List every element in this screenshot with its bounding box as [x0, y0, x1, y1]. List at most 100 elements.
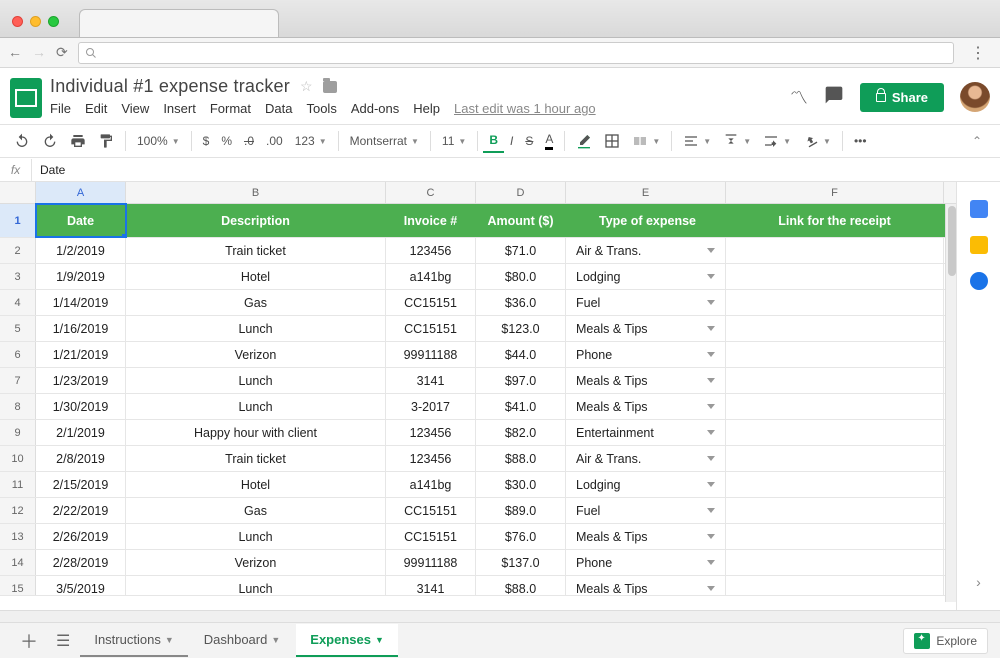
currency-button[interactable]: $ [197, 130, 216, 152]
cell-description[interactable]: Happy hour with client [126, 420, 386, 445]
menu-addons[interactable]: Add-ons [351, 101, 399, 116]
cell-type[interactable]: Fuel [566, 498, 726, 523]
menu-data[interactable]: Data [265, 101, 292, 116]
row-header-1[interactable]: 1 [0, 204, 36, 237]
row-header[interactable]: 13 [0, 524, 36, 549]
dropdown-icon[interactable] [707, 404, 715, 409]
cell-date[interactable]: 1/30/2019 [36, 394, 126, 419]
cell-e1[interactable]: Type of expense [566, 204, 726, 237]
text-color-button[interactable]: A [539, 128, 559, 154]
vertical-scrollbar[interactable] [945, 204, 956, 602]
cell-date[interactable]: 2/15/2019 [36, 472, 126, 497]
nav-back-icon[interactable]: ← [8, 44, 22, 61]
cell-date[interactable]: 1/9/2019 [36, 264, 126, 289]
cell-link[interactable] [726, 472, 944, 497]
cell-date[interactable]: 1/2/2019 [36, 238, 126, 263]
cell-amount[interactable]: $36.0 [476, 290, 566, 315]
cell-invoice[interactable]: a141bg [386, 264, 476, 289]
cell-type[interactable]: Phone [566, 342, 726, 367]
cell-invoice[interactable]: 123456 [386, 238, 476, 263]
cell-description[interactable]: Lunch [126, 368, 386, 393]
redo-button[interactable] [36, 129, 64, 153]
cell-type[interactable]: Meals & Tips [566, 316, 726, 341]
maximize-window-icon[interactable] [48, 16, 59, 27]
row-header[interactable]: 9 [0, 420, 36, 445]
col-header-b[interactable]: B [126, 182, 386, 203]
cell-invoice[interactable]: 3-2017 [386, 394, 476, 419]
cell-description[interactable]: Lunch [126, 394, 386, 419]
chevron-down-icon[interactable]: ▼ [271, 635, 280, 645]
cell-description[interactable]: Hotel [126, 264, 386, 289]
more-formats-button[interactable]: 123▼ [289, 130, 333, 152]
fill-color-button[interactable] [570, 129, 598, 153]
cell-description[interactable]: Verizon [126, 550, 386, 575]
cell-link[interactable] [726, 576, 944, 595]
row-header[interactable]: 7 [0, 368, 36, 393]
cell-invoice[interactable]: CC15151 [386, 524, 476, 549]
print-button[interactable] [64, 129, 92, 153]
cell-invoice[interactable]: 99911188 [386, 342, 476, 367]
cell-type[interactable]: Lodging [566, 472, 726, 497]
close-window-icon[interactable] [12, 16, 23, 27]
cell-amount[interactable]: $88.0 [476, 446, 566, 471]
cell-invoice[interactable]: 123456 [386, 420, 476, 445]
cell-date[interactable]: 2/26/2019 [36, 524, 126, 549]
collapse-toolbar-icon[interactable]: ⌃ [972, 134, 982, 148]
row-header[interactable]: 2 [0, 238, 36, 263]
row-header[interactable]: 14 [0, 550, 36, 575]
url-input[interactable] [78, 42, 954, 64]
cell-link[interactable] [726, 264, 944, 289]
row-header[interactable]: 5 [0, 316, 36, 341]
bold-button[interactable]: B [483, 129, 504, 153]
side-panel-collapse-icon[interactable]: › [976, 574, 981, 590]
cell-amount[interactable]: $123.0 [476, 316, 566, 341]
toolbar-more-button[interactable]: ••• [848, 130, 873, 152]
cell-type[interactable]: Meals & Tips [566, 576, 726, 595]
cell-amount[interactable]: $137.0 [476, 550, 566, 575]
menu-file[interactable]: File [50, 101, 71, 116]
cell-link[interactable] [726, 550, 944, 575]
cell-type[interactable]: Meals & Tips [566, 394, 726, 419]
move-folder-icon[interactable] [323, 81, 337, 93]
cell-a1[interactable]: Date [36, 204, 126, 237]
add-sheet-button[interactable]: ＋ [12, 628, 46, 654]
sheets-logo-icon[interactable] [10, 78, 42, 118]
tasks-addon-icon[interactable] [970, 272, 988, 290]
cell-invoice[interactable]: 123456 [386, 446, 476, 471]
menu-help[interactable]: Help [413, 101, 440, 116]
formula-input[interactable]: Date [32, 159, 73, 181]
menu-format[interactable]: Format [210, 101, 251, 116]
cell-date[interactable]: 2/28/2019 [36, 550, 126, 575]
all-sheets-button[interactable]: ☰ [48, 631, 78, 651]
cell-date[interactable]: 1/16/2019 [36, 316, 126, 341]
cell-date[interactable]: 2/1/2019 [36, 420, 126, 445]
cell-link[interactable] [726, 498, 944, 523]
dropdown-icon[interactable] [707, 586, 715, 591]
cell-invoice[interactable]: CC15151 [386, 316, 476, 341]
cell-link[interactable] [726, 420, 944, 445]
dropdown-icon[interactable] [707, 326, 715, 331]
menu-insert[interactable]: Insert [163, 101, 196, 116]
cell-invoice[interactable]: 3141 [386, 576, 476, 595]
cell-description[interactable]: Gas [126, 290, 386, 315]
cell-description[interactable]: Gas [126, 498, 386, 523]
menu-edit[interactable]: Edit [85, 101, 107, 116]
cell-link[interactable] [726, 316, 944, 341]
spreadsheet-grid[interactable]: A B C D E F 1 Date Description Invoice #… [0, 182, 956, 610]
increase-decimal-button[interactable]: .00 [260, 130, 289, 152]
dropdown-icon[interactable] [707, 456, 715, 461]
v-align-button[interactable]: ▼ [717, 129, 757, 153]
share-button[interactable]: Share [860, 83, 944, 112]
chevron-down-icon[interactable]: ▼ [165, 635, 174, 645]
dropdown-icon[interactable] [707, 378, 715, 383]
cell-description[interactable]: Verizon [126, 342, 386, 367]
cell-type[interactable]: Fuel [566, 290, 726, 315]
browser-menu-icon[interactable]: ⋮ [964, 43, 992, 63]
cell-amount[interactable]: $30.0 [476, 472, 566, 497]
selection-handle[interactable] [122, 234, 126, 237]
explore-button[interactable]: Explore [903, 628, 988, 654]
row-header[interactable]: 4 [0, 290, 36, 315]
strike-button[interactable]: S [519, 130, 539, 152]
dropdown-icon[interactable] [707, 508, 715, 513]
dropdown-icon[interactable] [707, 430, 715, 435]
